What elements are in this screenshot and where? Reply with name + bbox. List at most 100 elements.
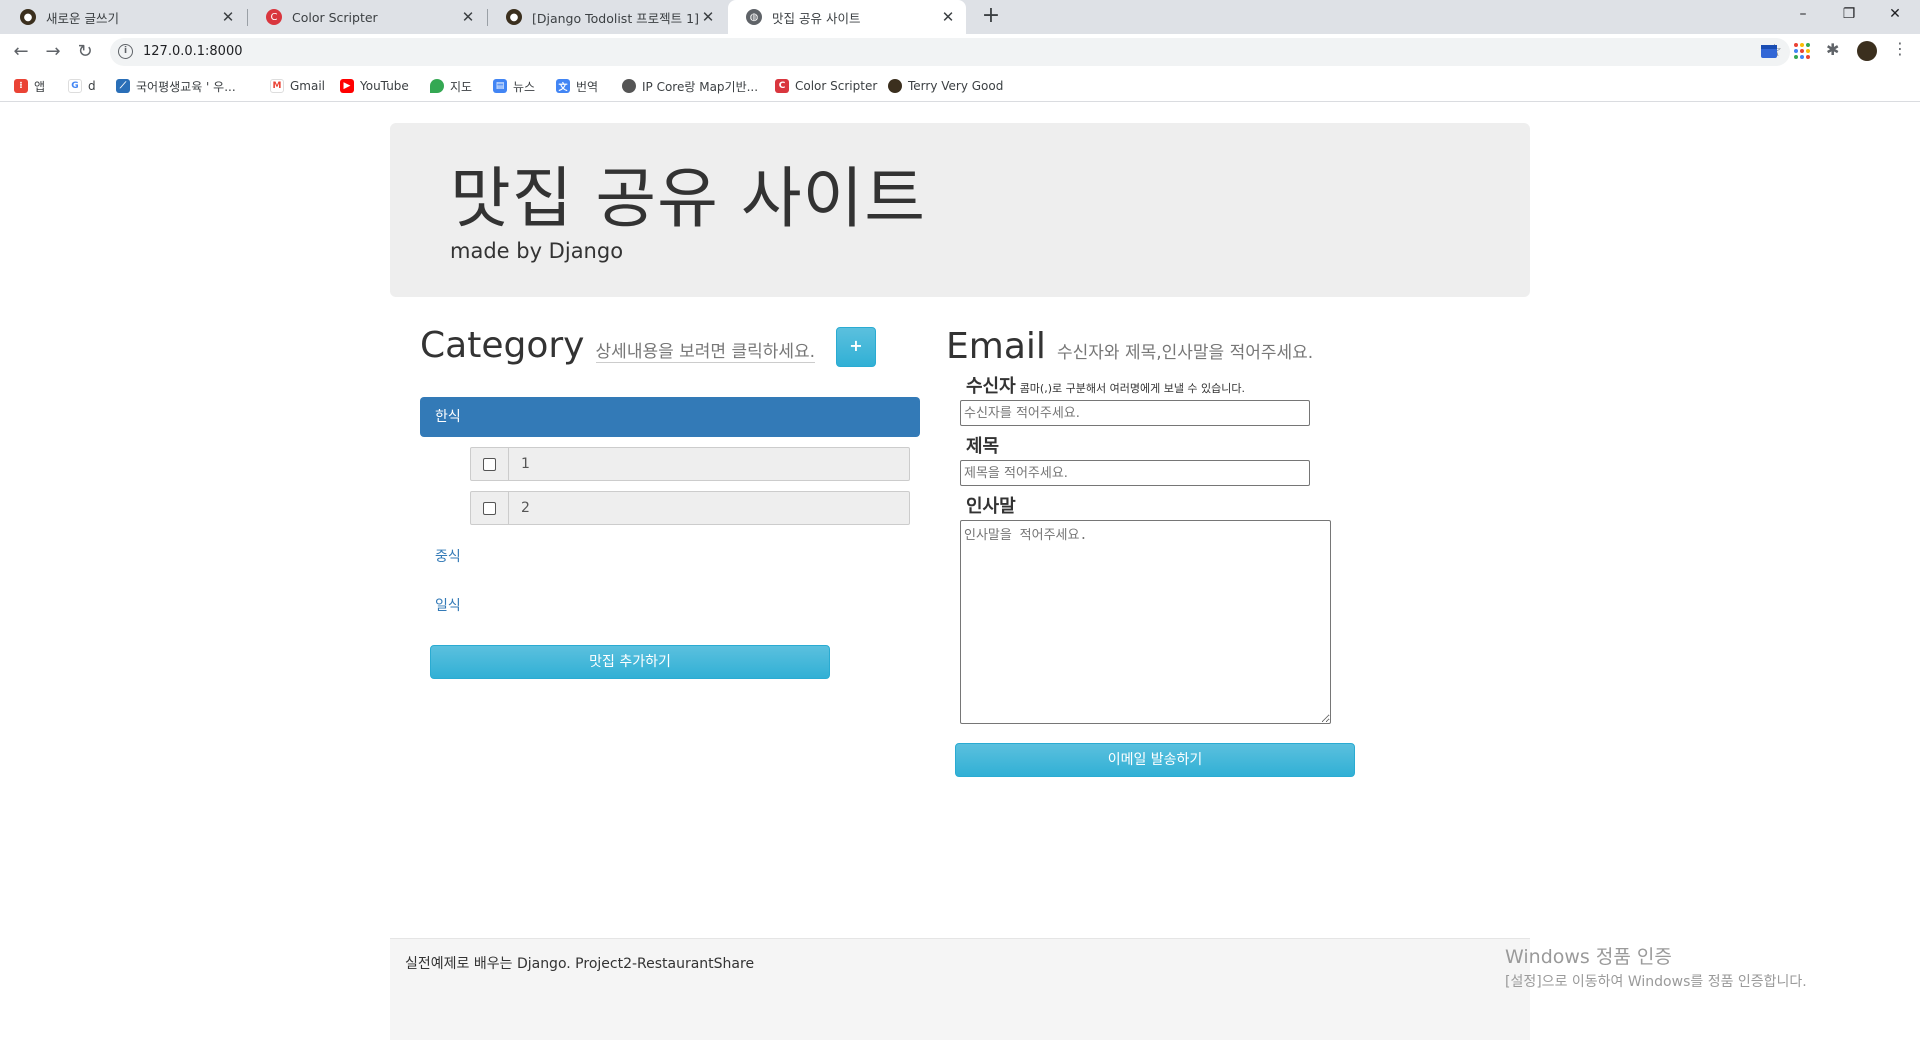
recipient-input[interactable] bbox=[960, 400, 1310, 426]
bookmark-gmail[interactable]: M Gmail bbox=[270, 70, 325, 102]
restaurant-name[interactable]: 1 bbox=[509, 448, 530, 480]
jumbotron: 맛집 공유 사이트 made by Django bbox=[390, 123, 1530, 297]
bookmark-label: 번역 bbox=[576, 79, 599, 94]
bookmark-color-scripter[interactable]: C Color Scripter bbox=[775, 70, 877, 102]
browser-toolbar: ← → ↻ i 127.0.0.1:8000 ☆ ✱ ⋮ bbox=[0, 34, 1920, 70]
more-menu-icon[interactable]: ⋮ bbox=[1892, 39, 1908, 58]
bookmark-label: Color Scripter bbox=[795, 79, 878, 93]
avatar-icon: ● bbox=[506, 9, 522, 25]
apps-icon: ⁝ bbox=[14, 79, 28, 93]
youtube-icon: ▶ bbox=[340, 79, 354, 93]
send-email-button[interactable]: 이메일 발송하기 bbox=[955, 743, 1355, 777]
category-heading: Category bbox=[420, 325, 585, 366]
page-title: 맛집 공유 사이트 bbox=[450, 160, 926, 237]
add-restaurant-button[interactable]: 맛집 추가하기 bbox=[430, 645, 830, 679]
category-item-japanese[interactable]: 일식 bbox=[435, 595, 461, 615]
bookmarks-bar: ⁝ 앱 G d ⟋ 국어평생교육 ' 우... M Gmail ▶ YouTub… bbox=[0, 70, 1920, 102]
address-bar[interactable]: i 127.0.0.1:8000 ☆ bbox=[110, 38, 1790, 66]
url-text[interactable]: 127.0.0.1:8000 bbox=[143, 44, 243, 59]
map-pin-icon bbox=[430, 79, 444, 93]
tab-django-todolist[interactable]: ● [Django Todolist 프로젝트 1] 가 ✕ bbox=[488, 0, 726, 34]
bookmark-maps[interactable]: 지도 bbox=[430, 70, 472, 102]
bookmark-label: Gmail bbox=[290, 79, 326, 93]
profile-avatar[interactable] bbox=[1857, 41, 1877, 61]
bookmark-news[interactable]: ▤ 뉴스 bbox=[493, 70, 535, 102]
globe-icon: ◍ bbox=[746, 9, 762, 25]
close-icon[interactable]: ✕ bbox=[940, 8, 956, 26]
translate-icon: 文 bbox=[556, 79, 570, 93]
tab-title: [Django Todolist 프로젝트 1] 가 bbox=[532, 10, 700, 26]
email-hint: 수신자와 제목,인사말을 적어주세요. bbox=[1056, 343, 1314, 363]
watermark-message: [설정]으로 이동하여 Windows를 정품 인증합니다. bbox=[1505, 974, 1807, 990]
category-item-korean[interactable]: 한식 bbox=[420, 397, 920, 437]
subject-input[interactable] bbox=[960, 460, 1310, 486]
recipient-label-row: 수신자 콤마(,)로 구분해서 여러명에게 보낼 수 있습니다. bbox=[966, 372, 1245, 398]
footer-text: 실전예제로 배우는 Django. Project2-RestaurantSha… bbox=[405, 956, 755, 972]
bookmark-label: Terry Very Good bbox=[908, 79, 1004, 93]
korean-edu-icon: ⟋ bbox=[116, 79, 130, 93]
bookmark-label: d bbox=[88, 79, 96, 93]
bookmark-apps[interactable]: ⁝ 앱 bbox=[14, 70, 45, 102]
color-scripter-icon: C bbox=[266, 9, 282, 25]
apps-grid-icon[interactable] bbox=[1793, 42, 1811, 60]
category-item-chinese[interactable]: 중식 bbox=[435, 546, 461, 566]
category-hint: 상세내용을 보려면 클릭하세요. bbox=[595, 342, 816, 363]
tab-bar: ● 새로운 글쓰기 ✕ C Color Scripter ✕ ● [Django… bbox=[0, 0, 1920, 34]
add-category-button[interactable]: + bbox=[836, 327, 876, 367]
restore-icon[interactable]: ❐ bbox=[1826, 0, 1872, 30]
email-header: Email 수신자와 제목,인사말을 적어주세요. bbox=[946, 326, 1313, 367]
color-scripter-icon: C bbox=[775, 79, 789, 93]
recipient-hint: 콤마(,)로 구분해서 여러명에게 보낼 수 있습니다. bbox=[1019, 382, 1246, 395]
bookmark-label: 뉴스 bbox=[513, 79, 536, 94]
back-icon[interactable]: ← bbox=[9, 40, 33, 64]
avatar-icon: ● bbox=[20, 9, 36, 25]
bookmark-translate[interactable]: 文 번역 bbox=[556, 70, 598, 102]
bookmark-label: 국어평생교육 ' 우... bbox=[136, 79, 236, 94]
restaurant-item: 2 bbox=[470, 491, 910, 525]
avatar-icon bbox=[888, 79, 902, 93]
tab-title: 맛집 공유 사이트 bbox=[772, 10, 861, 26]
close-icon[interactable]: ✕ bbox=[460, 8, 476, 26]
close-icon[interactable]: ✕ bbox=[220, 8, 236, 26]
google-icon: G bbox=[68, 79, 82, 93]
site-info-icon[interactable]: i bbox=[118, 44, 133, 59]
gmail-icon: M bbox=[270, 79, 284, 93]
restaurant-checkbox[interactable] bbox=[471, 448, 509, 480]
page-subtitle: made by Django bbox=[450, 239, 624, 263]
restaurant-item: 1 bbox=[470, 447, 910, 481]
restaurant-name[interactable]: 2 bbox=[509, 492, 530, 524]
bookmark-terry[interactable]: Terry Very Good bbox=[888, 70, 1003, 102]
new-tab-button[interactable]: + bbox=[978, 4, 1004, 30]
minimize-icon[interactable]: – bbox=[1780, 0, 1826, 30]
subject-label: 제목 bbox=[966, 436, 1000, 457]
restaurant-checkbox[interactable] bbox=[471, 492, 509, 524]
email-heading: Email bbox=[946, 326, 1046, 367]
tab-title: 새로운 글쓰기 bbox=[46, 10, 119, 26]
tab-new-post[interactable]: ● 새로운 글쓰기 ✕ bbox=[2, 0, 246, 34]
bookmark-label: YouTube bbox=[360, 79, 409, 93]
globe-icon bbox=[622, 79, 636, 93]
category-header: Category 상세내용을 보려면 클릭하세요. bbox=[420, 325, 816, 366]
calendar-extension-icon[interactable] bbox=[1760, 42, 1778, 60]
news-icon: ▤ bbox=[493, 79, 507, 93]
close-icon[interactable]: ✕ bbox=[700, 8, 716, 26]
reload-icon[interactable]: ↻ bbox=[73, 40, 97, 64]
windows-activation-watermark: Windows 정품 인증 [설정]으로 이동하여 Windows를 정품 인증… bbox=[1505, 942, 1807, 991]
bookmark-label: 앱 bbox=[34, 79, 46, 94]
window-close-icon[interactable]: ✕ bbox=[1872, 0, 1918, 30]
recipient-label: 수신자 bbox=[966, 376, 1016, 397]
tab-title: Color Scripter bbox=[292, 9, 378, 25]
bookmark-ip-core[interactable]: IP Core랑 Map기반... bbox=[622, 70, 758, 102]
extensions-puzzle-icon[interactable]: ✱ bbox=[1826, 40, 1839, 59]
tab-color-scripter[interactable]: C Color Scripter ✕ bbox=[248, 0, 486, 34]
bookmark-google[interactable]: G d bbox=[68, 70, 96, 102]
bookmark-youtube[interactable]: ▶ YouTube bbox=[340, 70, 409, 102]
bookmark-korean-edu[interactable]: ⟋ 국어평생교육 ' 우... bbox=[116, 70, 236, 102]
watermark-title: Windows 정품 인증 bbox=[1505, 946, 1672, 968]
greeting-textarea[interactable] bbox=[960, 520, 1331, 724]
forward-icon[interactable]: → bbox=[41, 40, 65, 64]
tab-restaurant-share[interactable]: ◍ 맛집 공유 사이트 ✕ bbox=[728, 0, 966, 34]
bookmark-label: IP Core랑 Map기반... bbox=[642, 79, 759, 94]
footer: 실전예제로 배우는 Django. Project2-RestaurantSha… bbox=[390, 938, 1530, 1040]
bookmark-label: 지도 bbox=[450, 79, 473, 94]
